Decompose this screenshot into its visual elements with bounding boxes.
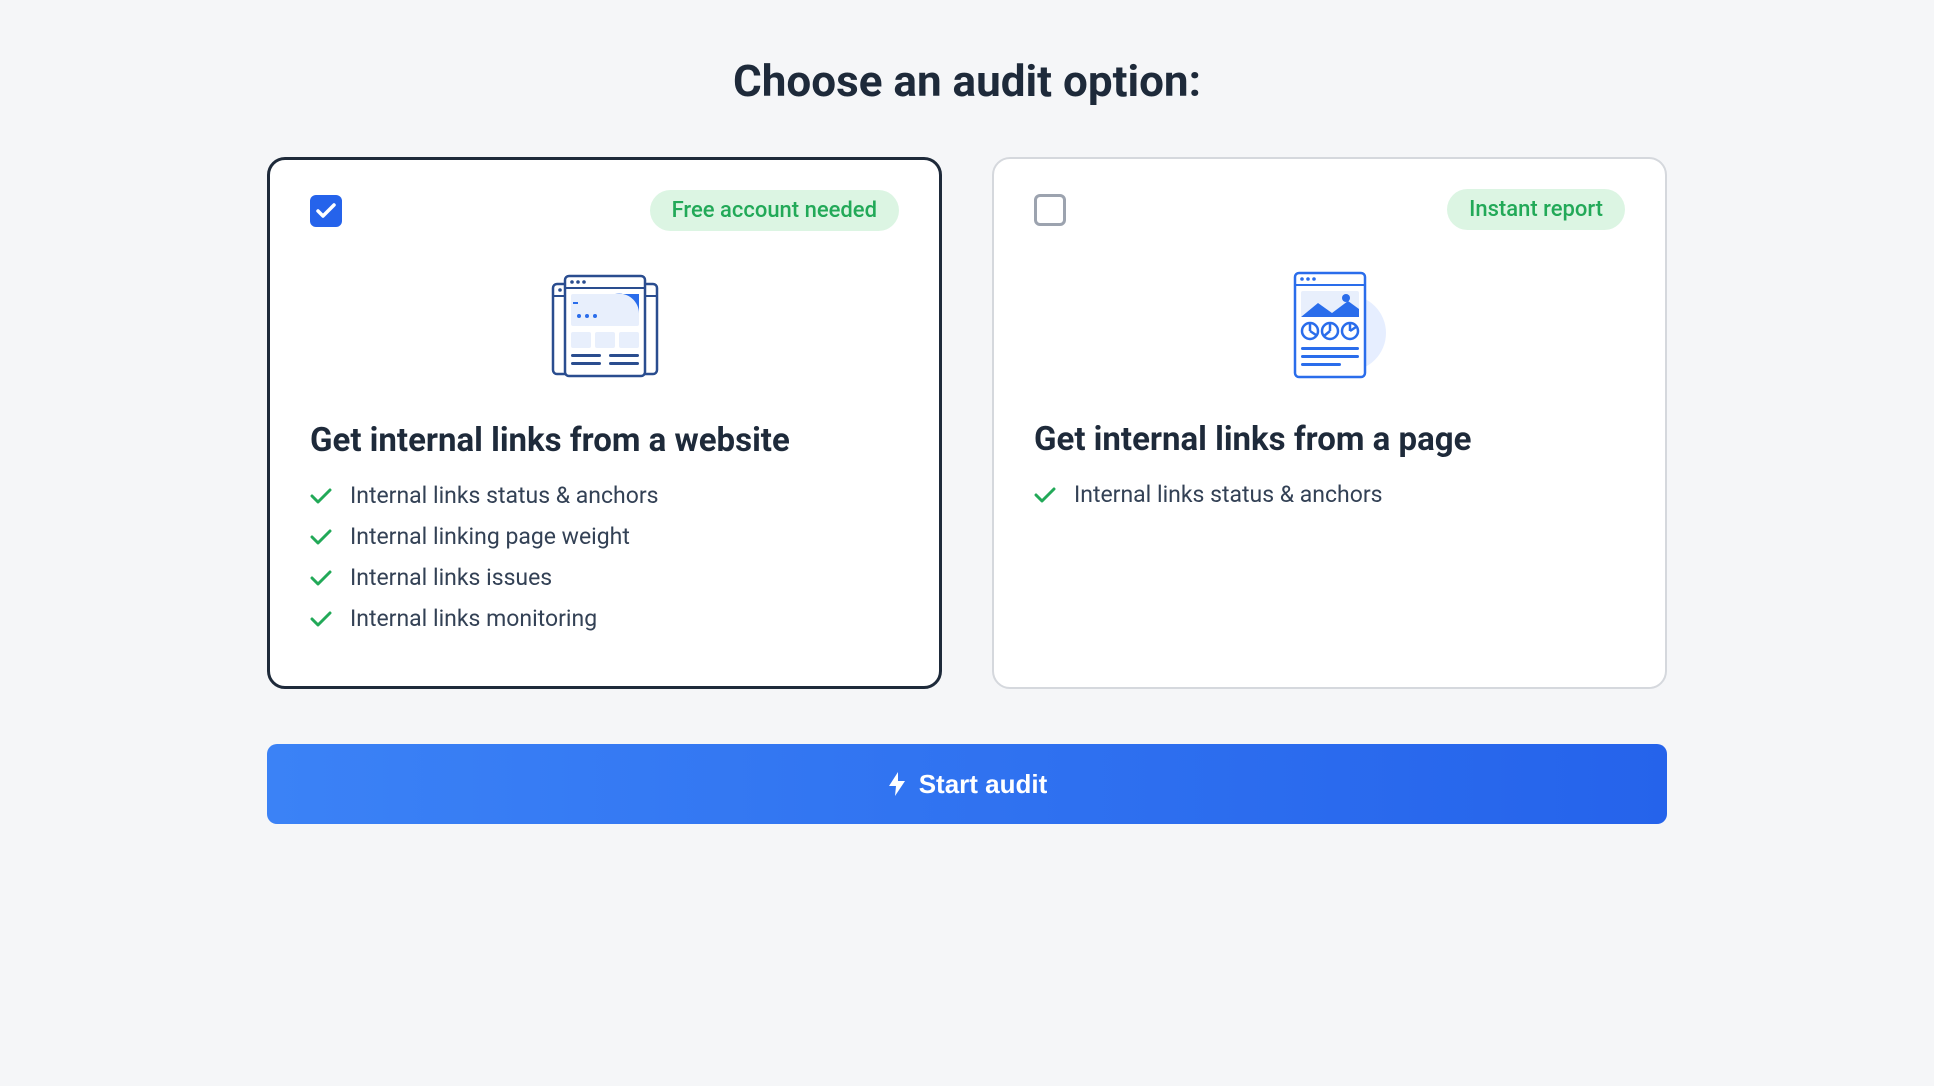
card-header: Instant report bbox=[1034, 189, 1625, 230]
website-illustration bbox=[310, 261, 899, 391]
feature-item: Internal links status & anchors bbox=[1034, 481, 1625, 508]
feature-label: Internal links status & anchors bbox=[350, 482, 659, 509]
option-card-website[interactable]: Free account needed bbox=[267, 157, 942, 689]
option-card-page[interactable]: Instant report bbox=[992, 157, 1667, 689]
card-title: Get internal links from a page bbox=[1034, 420, 1625, 459]
feature-item: Internal linking page weight bbox=[310, 523, 899, 550]
card-title: Get internal links from a website bbox=[310, 421, 899, 460]
check-icon bbox=[310, 569, 332, 587]
start-audit-label: Start audit bbox=[919, 769, 1048, 800]
badge-free-account: Free account needed bbox=[650, 190, 899, 231]
check-icon bbox=[316, 203, 336, 219]
page-title: Choose an audit option: bbox=[267, 55, 1667, 107]
checkbox-unchecked[interactable] bbox=[1034, 194, 1066, 226]
feature-list: Internal links status & anchors Internal… bbox=[310, 482, 899, 632]
feature-label: Internal links status & anchors bbox=[1074, 481, 1383, 508]
feature-item: Internal links monitoring bbox=[310, 605, 899, 632]
feature-item: Internal links issues bbox=[310, 564, 899, 591]
feature-list: Internal links status & anchors bbox=[1034, 481, 1625, 508]
check-icon bbox=[310, 610, 332, 628]
checkbox-checked[interactable] bbox=[310, 195, 342, 227]
feature-label: Internal links monitoring bbox=[350, 605, 597, 632]
page-illustration bbox=[1034, 260, 1625, 390]
check-icon bbox=[1034, 486, 1056, 504]
badge-instant-report: Instant report bbox=[1447, 189, 1625, 230]
check-icon bbox=[310, 487, 332, 505]
feature-item: Internal links status & anchors bbox=[310, 482, 899, 509]
card-header: Free account needed bbox=[310, 190, 899, 231]
bolt-icon bbox=[887, 772, 907, 796]
options-container: Free account needed bbox=[267, 157, 1667, 689]
feature-label: Internal links issues bbox=[350, 564, 552, 591]
feature-label: Internal linking page weight bbox=[350, 523, 630, 550]
start-audit-button[interactable]: Start audit bbox=[267, 744, 1667, 824]
check-icon bbox=[310, 528, 332, 546]
